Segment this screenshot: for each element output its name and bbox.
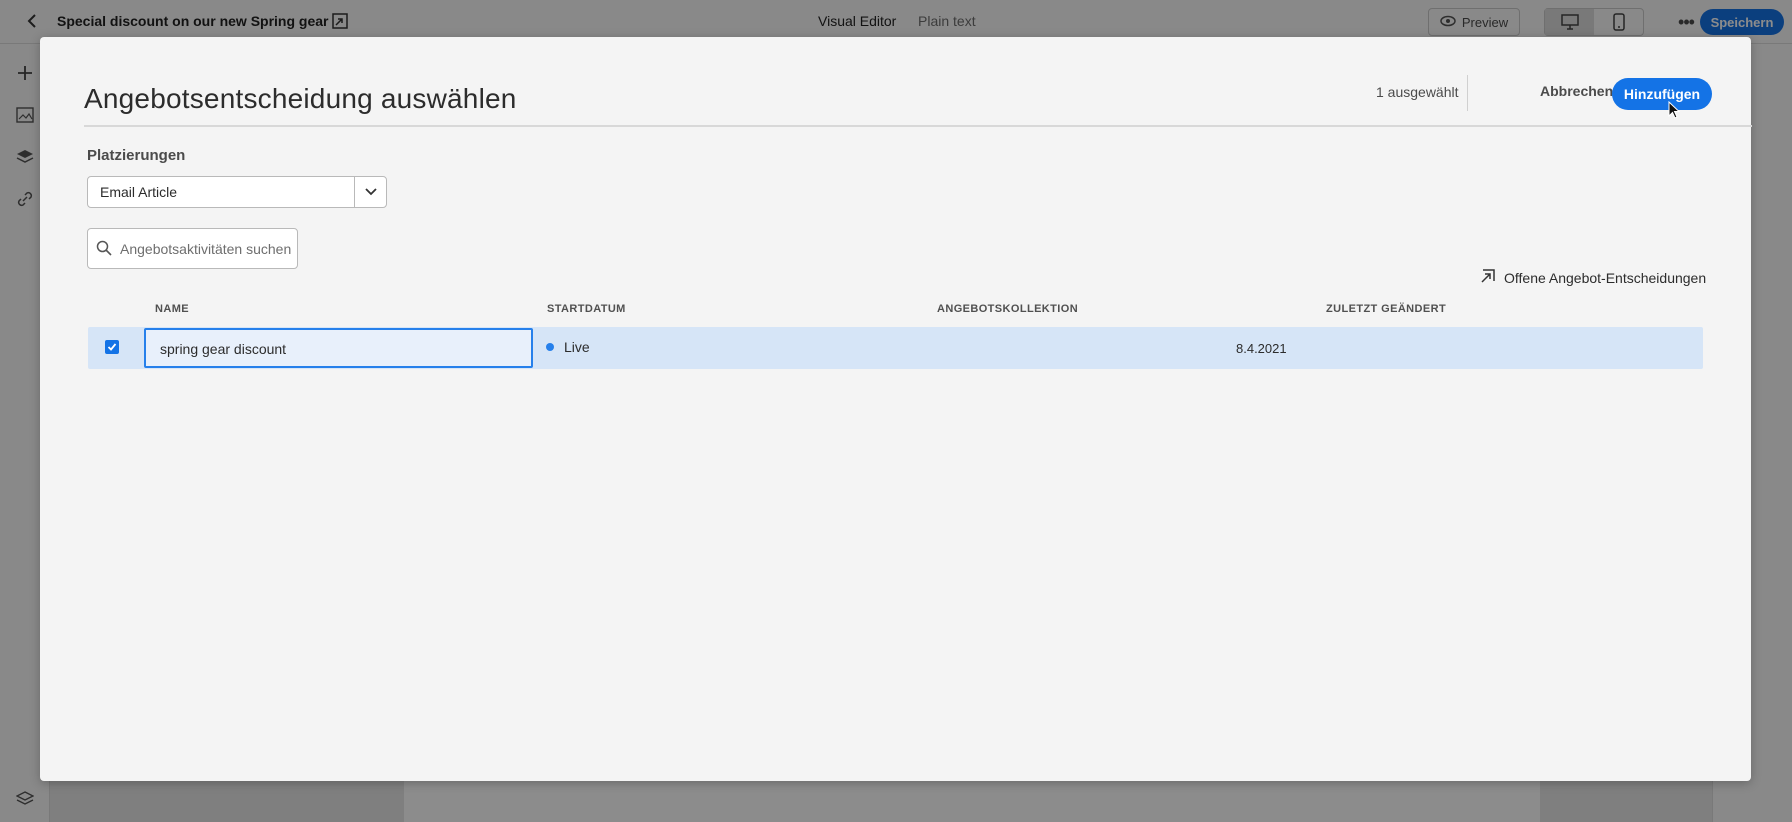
chevron-down-icon[interactable] xyxy=(354,177,386,207)
placement-value: Email Article xyxy=(100,184,178,200)
header-separator xyxy=(1467,75,1468,111)
cursor-icon xyxy=(1668,100,1682,121)
open-link-label: Offene Angebot-Entscheidungen xyxy=(1504,269,1707,286)
dialog-title: Angebotsentscheidung auswählen xyxy=(84,83,517,114)
status-dot xyxy=(546,343,554,351)
row-status: Live xyxy=(546,339,590,355)
column-header-offer-collection[interactable]: ANGEBOTSKOLLEKTION xyxy=(937,303,1078,315)
placements-label: Platzierungen xyxy=(87,147,186,164)
row-modified-date: 8.4.2021 xyxy=(1236,341,1287,356)
column-header-last-modified[interactable]: ZULETZT GEÄNDERT xyxy=(1326,303,1446,315)
cancel-button[interactable]: Abbrechen xyxy=(1540,83,1613,99)
add-button[interactable]: Hinzufügen xyxy=(1612,78,1712,110)
search-input[interactable] xyxy=(120,229,296,268)
row-name-cell[interactable]: spring gear discount xyxy=(144,328,533,368)
select-offer-decision-dialog: Angebotsentscheidung auswählen 1 ausgewä… xyxy=(40,37,1752,781)
header-divider xyxy=(84,125,1752,127)
search-icon xyxy=(96,240,112,256)
column-header-start-date[interactable]: STARTDATUM xyxy=(547,303,626,315)
table-header: NAME STARTDATUM ANGEBOTSKOLLEKTION ZULET… xyxy=(88,303,1703,323)
column-header-name[interactable]: NAME xyxy=(155,303,189,315)
status-label: Live xyxy=(564,339,590,355)
selected-count: 1 ausgewählt xyxy=(1376,84,1459,100)
search-field[interactable] xyxy=(87,228,298,269)
checkbox-checked-icon[interactable] xyxy=(105,340,119,354)
table-row[interactable]: spring gear discount Live 8.4.2021 xyxy=(88,327,1703,369)
open-offer-decisions-link[interactable]: Offene Angebot-Entscheidungen xyxy=(1480,268,1706,287)
placement-picker[interactable]: Email Article xyxy=(87,176,387,208)
row-name: spring gear discount xyxy=(160,341,287,357)
open-in-icon xyxy=(1480,268,1496,287)
